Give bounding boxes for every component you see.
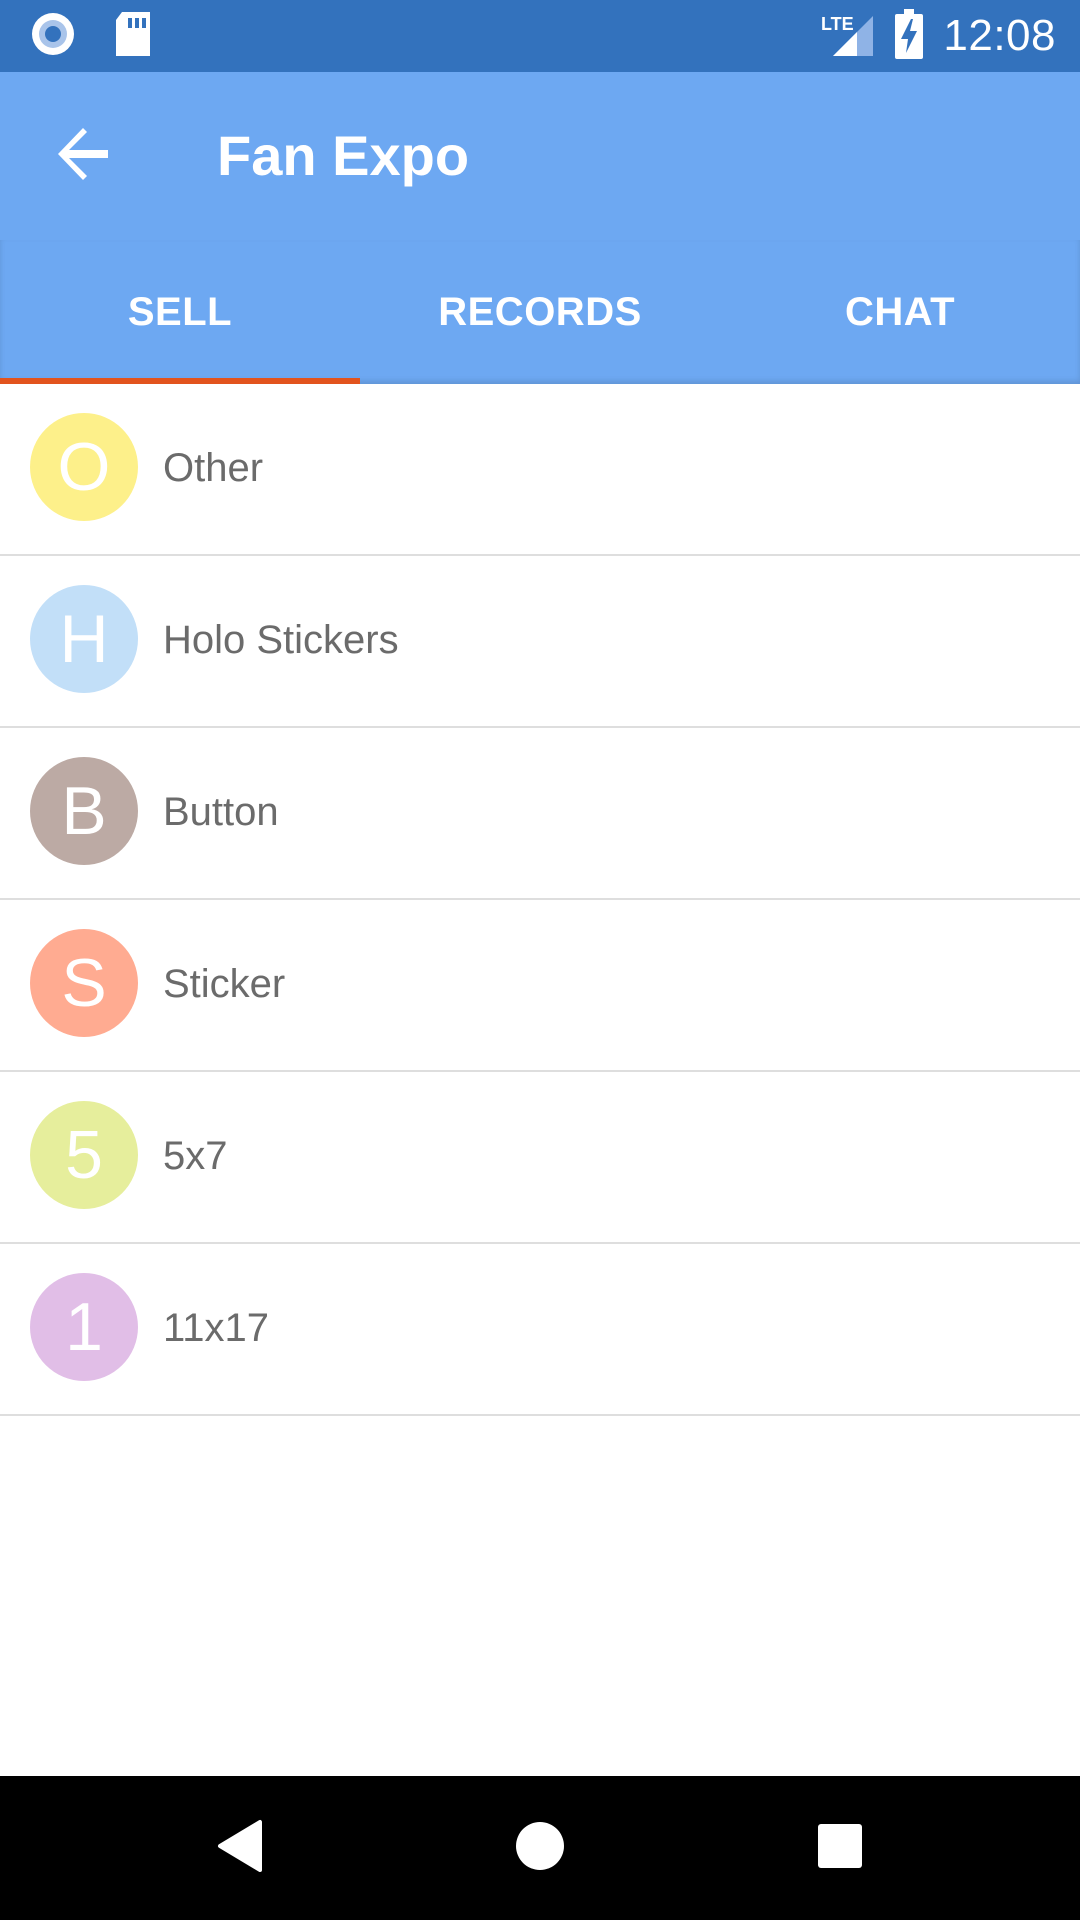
tab-label: SELL [127,289,233,334]
navigation-bar [0,1776,1080,1920]
list-item-label: Sticker [163,962,286,1006]
tab-sell[interactable]: SELL [0,240,360,384]
nav-home-button[interactable] [504,1812,576,1884]
list-item-label: Holo Stickers [163,618,399,662]
avatar: B [30,757,138,865]
avatar: H [30,585,138,693]
avatar: S [30,929,138,1037]
nav-recents-button[interactable] [804,1812,876,1884]
list-item[interactable]: O Other [0,384,1080,556]
avatar: 5 [30,1101,138,1209]
list-item[interactable]: 5 5x7 [0,1072,1080,1244]
back-triangle-icon [212,1818,268,1879]
list-item[interactable]: 1 11x17 [0,1244,1080,1416]
status-bar: LTE 12:08 [0,0,1080,72]
recents-square-icon [817,1823,863,1874]
list-item[interactable]: S Sticker [0,900,1080,1072]
back-button[interactable] [40,112,128,200]
list-item-label: 5x7 [163,1134,228,1178]
status-left-icons [30,11,152,62]
svg-text:LTE: LTE [821,14,854,34]
list-item[interactable]: H Holo Stickers [0,556,1080,728]
battery-charging-icon [895,8,924,64]
tab-label: RECORDS [438,289,642,334]
list-item[interactable]: B Button [0,728,1080,900]
screen: LTE 12:08 Fan Expo SELL RECORDS CHAT O O… [0,0,1080,1920]
clock-time: 12:08 [943,11,1056,60]
record-icon [30,11,76,62]
lte-signal-icon: LTE [819,10,875,63]
tab-label: CHAT [844,289,956,334]
sd-card-icon [114,11,152,61]
status-right-icons: LTE 12:08 [819,0,1056,72]
app-bar: Fan Expo [0,72,1080,240]
list-item-label: 11x17 [163,1306,270,1350]
nav-back-button[interactable] [204,1812,276,1884]
list-item-label: Other [163,446,264,490]
item-list: O Other H Holo Stickers B Button S Stick… [0,384,1080,1416]
home-circle-icon [514,1820,566,1877]
tab-records[interactable]: RECORDS [360,240,720,384]
avatar: O [30,413,138,521]
arrow-back-icon [56,126,112,187]
page-title: Fan Expo [217,124,470,187]
tab-bar: SELL RECORDS CHAT [0,240,1080,384]
list-item-label: Button [163,790,279,834]
tab-chat[interactable]: CHAT [720,240,1080,384]
avatar: 1 [30,1273,138,1381]
